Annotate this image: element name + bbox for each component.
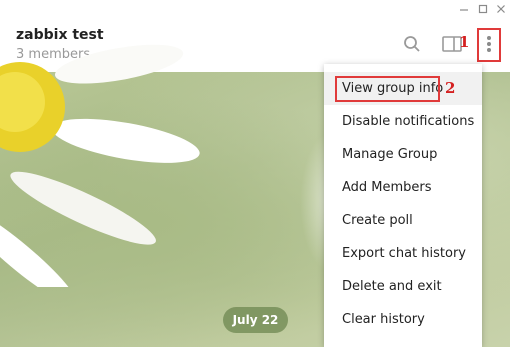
menu-item-label: Add Members xyxy=(342,180,432,195)
menu-item-add-members[interactable]: Add Members xyxy=(324,171,482,204)
maximize-icon[interactable] xyxy=(474,0,492,18)
menu-item-label: Export chat history xyxy=(342,246,466,261)
chat-options-menu: View group info Disable notifications Ma… xyxy=(324,64,482,347)
menu-item-label: Manage Group xyxy=(342,147,438,162)
menu-item-disable-notifications[interactable]: Disable notifications xyxy=(324,105,482,138)
highlight-box-step1 xyxy=(477,28,501,62)
menu-item-delete-and-exit[interactable]: Delete and exit xyxy=(324,270,482,303)
menu-item-label: Create poll xyxy=(342,213,413,228)
menu-item-label: Clear history xyxy=(342,312,425,327)
telegram-window: zabbix test 3 members 1 July 22 View gro… xyxy=(0,0,510,347)
menu-item-label: Disable notifications xyxy=(342,114,475,129)
daisy-image xyxy=(0,44,200,287)
minimize-icon[interactable] xyxy=(455,0,473,18)
menu-item-clear-history[interactable]: Clear history xyxy=(324,303,482,336)
annotation-step2: 2 xyxy=(445,79,456,97)
menu-item-label: Delete and exit xyxy=(342,279,442,294)
search-icon[interactable] xyxy=(402,34,422,54)
close-icon[interactable] xyxy=(492,0,510,18)
date-badge: July 22 xyxy=(223,307,288,333)
menu-item-export-chat-history[interactable]: Export chat history xyxy=(324,237,482,270)
annotation-step1: 1 xyxy=(459,33,470,51)
menu-item-manage-group[interactable]: Manage Group xyxy=(324,138,482,171)
menu-item-create-poll[interactable]: Create poll xyxy=(324,204,482,237)
highlight-box-step2 xyxy=(335,76,440,102)
